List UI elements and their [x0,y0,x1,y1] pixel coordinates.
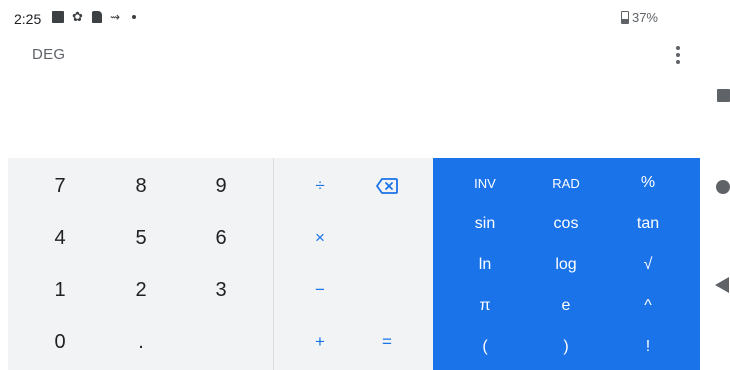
key-3[interactable]: 3 [181,264,261,316]
tan-button[interactable]: tan [608,203,688,245]
backspace-icon [376,178,398,194]
open-paren-button[interactable]: ( [445,326,525,368]
plus-button[interactable]: + [287,316,353,368]
advanced-pad: INV RAD % sin cos tan ln log √ π e ^ ( )… [433,158,700,370]
key-6[interactable]: 6 [181,212,261,264]
calculator-display [8,72,698,158]
back-triangle-icon[interactable] [715,277,729,293]
sin-button[interactable]: sin [445,203,525,245]
multiply-button[interactable]: × [287,212,353,264]
equals-button[interactable]: = [354,316,420,368]
log-button[interactable]: log [526,244,606,286]
divide-button[interactable]: ÷ [287,160,353,212]
angle-mode-label: DEG [32,46,66,63]
inv-button[interactable]: INV [445,162,525,204]
gear-icon: ✿ [72,9,83,24]
close-paren-button[interactable]: ) [526,326,606,368]
percent-button[interactable]: % [608,162,688,204]
key-9[interactable]: 9 [181,160,261,212]
power-button[interactable]: ^ [608,285,688,327]
factorial-button[interactable]: ! [608,326,688,368]
ln-button[interactable]: ln [445,244,525,286]
key-5[interactable]: 5 [101,212,181,264]
key-0[interactable]: 0 [20,316,100,368]
e-button[interactable]: e [526,285,606,327]
pi-button[interactable]: π [445,285,525,327]
key-8[interactable]: 8 [101,160,181,212]
home-circle-icon[interactable] [716,180,730,194]
key-2[interactable]: 2 [101,264,181,316]
sd-card-icon [92,11,102,23]
key-7[interactable]: 7 [20,160,100,212]
operator-pad: ÷ × − + = [273,158,433,370]
cos-button[interactable]: cos [526,203,606,245]
rad-button[interactable]: RAD [526,162,606,204]
more-options-icon[interactable] [670,44,686,68]
status-time: 2:25 [14,11,42,27]
minus-button[interactable]: − [287,264,353,316]
number-pad: 7 8 9 4 5 6 1 2 3 0 . [8,158,273,370]
backspace-button[interactable] [354,160,420,212]
battery-icon [620,11,629,24]
battery-indicator: 37% [620,10,658,25]
image-icon [52,11,64,23]
navigation-bar [700,0,730,370]
dot-icon [132,15,136,19]
sqrt-button[interactable]: √ [608,244,688,286]
network-icon: ⇝ [110,10,121,24]
key-1[interactable]: 1 [20,264,100,316]
recents-square-icon[interactable] [717,89,730,102]
battery-level: 37% [631,10,658,25]
status-bar: 2:25 ✿ ⇝ 37% [0,0,700,36]
key-4[interactable]: 4 [20,212,100,264]
key-decimal[interactable]: . [101,316,181,368]
status-icons: ✿ ⇝ [52,9,136,24]
